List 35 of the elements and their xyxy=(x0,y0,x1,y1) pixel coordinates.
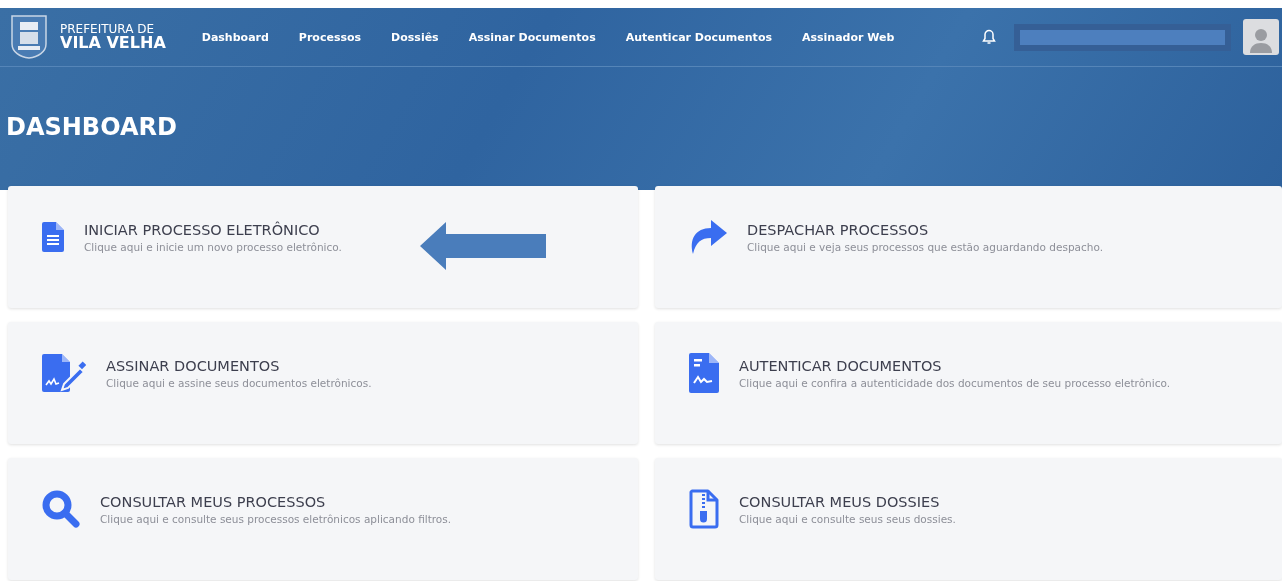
card-description: Clique aqui e consulte seus seus dossies. xyxy=(739,512,956,525)
nav-link[interactable]: Processos xyxy=(298,30,362,44)
signature-document-icon xyxy=(42,354,86,392)
card-title: INICIAR PROCESSO ELETRÔNICO xyxy=(84,221,321,238)
card-description: Clique aqui e consulte seus processos eletrônicos aplicando filtros. xyxy=(100,512,452,525)
page-title: DASHBOARD xyxy=(5,112,178,141)
city-crest-logo xyxy=(10,14,48,60)
brand-name: VILA VELHA xyxy=(60,35,166,51)
nav-link[interactable]: Assinar Documentos xyxy=(468,30,596,44)
card-description: Clique aqui e confira a autenticidade dos documentos de seu processo eletrônico. xyxy=(739,376,1170,389)
card-description: Clique aqui e assine seus documentos eletrônicos. xyxy=(106,376,372,389)
signed-document-icon xyxy=(689,353,719,393)
document-icon xyxy=(42,222,64,252)
nav-link[interactable]: Dashboard xyxy=(201,30,269,44)
bell-icon[interactable] xyxy=(982,29,996,45)
card-title: CONSULTAR MEUS PROCESSOS xyxy=(100,493,327,510)
card-description: Clique aqui e veja seus processos que estão aguardando despacho. xyxy=(747,240,1103,253)
dashboard-card[interactable]: CONSULTAR MEUS DOSSIES Clique aqui e consulte seus seus dossies. xyxy=(655,458,1282,580)
zip-file-icon xyxy=(689,489,719,529)
search-icon xyxy=(42,490,80,528)
nav-link[interactable]: Dossiês xyxy=(391,30,439,44)
dashboard-card[interactable]: AUTENTICAR DOCUMENTOS Clique aqui e confira a autenticidade dos documentos de seu processo eletrônico. xyxy=(655,322,1282,444)
dashboard-card[interactable]: ASSINAR DOCUMENTOS Clique aqui e assine seus documentos eletrônicos. xyxy=(8,322,638,444)
card-title: AUTENTICAR DOCUMENTOS xyxy=(739,357,943,374)
brand-line: PREFEITURA DE xyxy=(60,23,155,35)
curved-arrow-icon xyxy=(689,220,727,254)
card-description: Clique aqui e inicie um novo processo eletrônico. xyxy=(84,240,342,253)
card-title: CONSULTAR MEUS DOSSIES xyxy=(739,493,941,510)
nav-link[interactable]: Assinador Web xyxy=(802,30,895,44)
dashboard-card[interactable]: INICIAR PROCESSO ELETRÔNICO Clique aqui e inicie um novo processo eletrônico. xyxy=(8,186,638,308)
card-title: ASSINAR DOCUMENTOS xyxy=(106,357,281,374)
dashboard-card[interactable]: DESPACHAR PROCESSOS Clique aqui e veja seus processos que estão aguardando despacho. xyxy=(655,186,1282,308)
nav-link[interactable]: Autenticar Documentos xyxy=(625,30,772,44)
card-title: DESPACHAR PROCESSOS xyxy=(747,221,930,238)
dashboard-card[interactable]: CONSULTAR MEUS PROCESSOS Clique aqui e consulte seus processos eletrônicos aplicando filtros. xyxy=(8,458,638,580)
